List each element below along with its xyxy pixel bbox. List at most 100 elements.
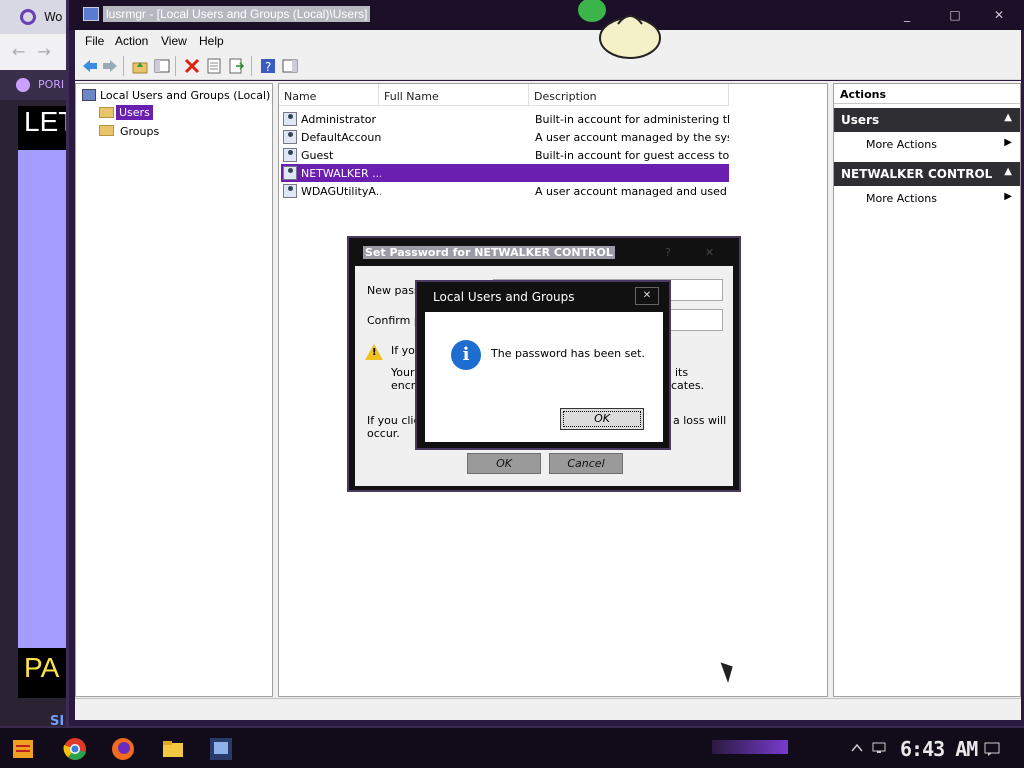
close-button[interactable]: ✕: [987, 6, 1011, 24]
browser-back-forward-icon[interactable]: ←→: [12, 42, 63, 61]
message-box-body: i The password has been set. OK: [425, 312, 663, 442]
submenu-arrow-icon: ▶: [1004, 191, 1012, 202]
lusrmgr-app-icon: [83, 7, 99, 21]
warning-icon: [365, 344, 383, 360]
user-description: Built-in account for guest access to th.…: [535, 149, 729, 162]
set-password-dialog-title: Set Password for NETWALKER CONTROL: [363, 246, 615, 259]
notification-icon[interactable]: [984, 742, 1000, 756]
dialog-close-icon[interactable]: ✕: [705, 246, 714, 259]
user-name: Administrator: [301, 113, 376, 126]
message-ok-button[interactable]: OK: [560, 408, 644, 430]
svg-text:?: ?: [265, 60, 271, 74]
help-button[interactable]: ?: [665, 246, 671, 259]
show-hide-tree-icon[interactable]: [153, 57, 171, 75]
up-folder-icon[interactable]: [131, 57, 149, 75]
table-row[interactable]: Administrator Built-in account for admin…: [281, 110, 729, 128]
groups-folder-icon: [99, 125, 114, 136]
chrome-icon[interactable]: [62, 736, 88, 762]
browser-tab-icon: [20, 9, 36, 25]
menu-action[interactable]: Action: [115, 34, 148, 48]
tree-root-node[interactable]: Local Users and Groups (Local): [100, 89, 270, 102]
actions-section-netwalker[interactable]: NETWALKER CONTROL ▲: [834, 162, 1020, 186]
user-icon: [283, 166, 297, 180]
forward-arrow-icon[interactable]: [101, 57, 119, 75]
delete-icon[interactable]: [183, 57, 201, 75]
column-header-full-name[interactable]: Full Name: [379, 84, 529, 106]
properties-icon[interactable]: [205, 57, 223, 75]
user-name: WDAGUtilityA...: [301, 185, 381, 198]
action-more-actions[interactable]: More Actions ▶: [834, 188, 1020, 208]
browser-nav-bar: ←→: [0, 34, 70, 70]
info-icon: i: [451, 340, 481, 370]
export-list-icon[interactable]: [227, 57, 245, 75]
tree-node-groups[interactable]: Groups: [120, 125, 159, 138]
user-description: A user account managed by the syst...: [535, 131, 729, 144]
minimize-button[interactable]: _: [895, 6, 919, 24]
message-text: The password has been set.: [491, 347, 645, 360]
action-label: More Actions: [866, 192, 937, 205]
user-name: NETWALKER ...: [301, 167, 381, 180]
taskbar-decoration: [712, 740, 788, 754]
warning-text-line2a: Your: [391, 366, 415, 379]
column-header-name[interactable]: Name: [279, 84, 379, 106]
back-arrow-icon[interactable]: [81, 57, 99, 75]
menu-bar: File Action View Help: [75, 30, 1021, 52]
browser-bookmark-bar: PORI: [0, 70, 70, 100]
page-heading-bottom: PA: [24, 652, 60, 683]
toolbar-separator: [175, 56, 176, 76]
taskbar: 6:43 AM: [0, 726, 1024, 768]
tree-node-users[interactable]: Users: [116, 105, 153, 120]
window-titlebar[interactable]: lusrmgr - [Local Users and Groups (Local…: [69, 0, 1024, 30]
user-icon: [283, 112, 297, 126]
table-row[interactable]: WDAGUtilityA... A user account managed a…: [281, 182, 729, 200]
console-tree: Local Users and Groups (Local) Users Gro…: [75, 83, 273, 697]
menu-help[interactable]: Help: [199, 34, 224, 48]
footer-text-line1b: a loss will: [673, 414, 727, 427]
user-icon: [283, 184, 297, 198]
menu-view[interactable]: View: [161, 34, 187, 48]
actions-section-users[interactable]: Users ▲: [834, 108, 1020, 132]
maximize-button[interactable]: □: [943, 6, 967, 24]
message-box: Local Users and Groups ✕ i The password …: [415, 280, 671, 450]
start-icon[interactable]: [10, 736, 36, 762]
users-folder-icon: [99, 107, 114, 118]
table-row[interactable]: DefaultAccount A user account managed by…: [281, 128, 729, 146]
browser-tab-label: Wo: [44, 10, 63, 24]
cancel-button[interactable]: Cancel: [549, 453, 623, 474]
actions-pane: Actions Users ▲ More Actions ▶ NETWALKER…: [833, 83, 1021, 697]
lusrmgr-taskbar-icon[interactable]: [208, 736, 234, 762]
browser-tab[interactable]: Wo: [0, 0, 70, 34]
bookmark-label[interactable]: PORI: [38, 78, 64, 91]
bookmark-icon: [16, 78, 30, 92]
network-icon[interactable]: [872, 742, 886, 754]
user-name: DefaultAccount: [301, 131, 381, 144]
user-name: Guest: [301, 149, 334, 162]
show-hide-action-pane-icon[interactable]: [281, 57, 299, 75]
ok-button[interactable]: OK: [467, 453, 541, 474]
action-more-actions[interactable]: More Actions ▶: [834, 134, 1020, 154]
message-box-close-button[interactable]: ✕: [635, 287, 659, 305]
taskbar-clock[interactable]: 6:43 AM: [900, 737, 978, 761]
toolbar-separator: [251, 56, 252, 76]
page-purple-panel: [18, 150, 70, 648]
actions-section-title: NETWALKER CONTROL: [841, 167, 993, 181]
collapse-caret-icon[interactable]: ▲: [1004, 112, 1012, 123]
menu-file[interactable]: File: [85, 34, 104, 48]
user-description: A user account managed and used b...: [535, 185, 729, 198]
toolbar-separator: [123, 56, 124, 76]
background-browser-window: Wo ←→ PORI LET PA SI: [0, 0, 75, 730]
message-box-title: Local Users and Groups: [433, 290, 575, 304]
tray-chevron-icon[interactable]: [850, 742, 864, 754]
file-explorer-icon[interactable]: [160, 736, 186, 762]
actions-section-title: Users: [841, 113, 880, 127]
status-bar: [75, 698, 1021, 720]
help-icon[interactable]: ?: [259, 57, 277, 75]
column-header-description[interactable]: Description: [529, 84, 729, 106]
firefox-icon[interactable]: [110, 736, 136, 762]
action-label: More Actions: [866, 138, 937, 151]
collapse-caret-icon[interactable]: ▲: [1004, 166, 1012, 177]
toolbar: ?: [75, 52, 1021, 80]
table-row[interactable]: Guest Built-in account for guest access …: [281, 146, 729, 164]
table-row-selected[interactable]: NETWALKER ...: [281, 164, 729, 182]
footer-text-line2: occur.: [367, 427, 400, 440]
